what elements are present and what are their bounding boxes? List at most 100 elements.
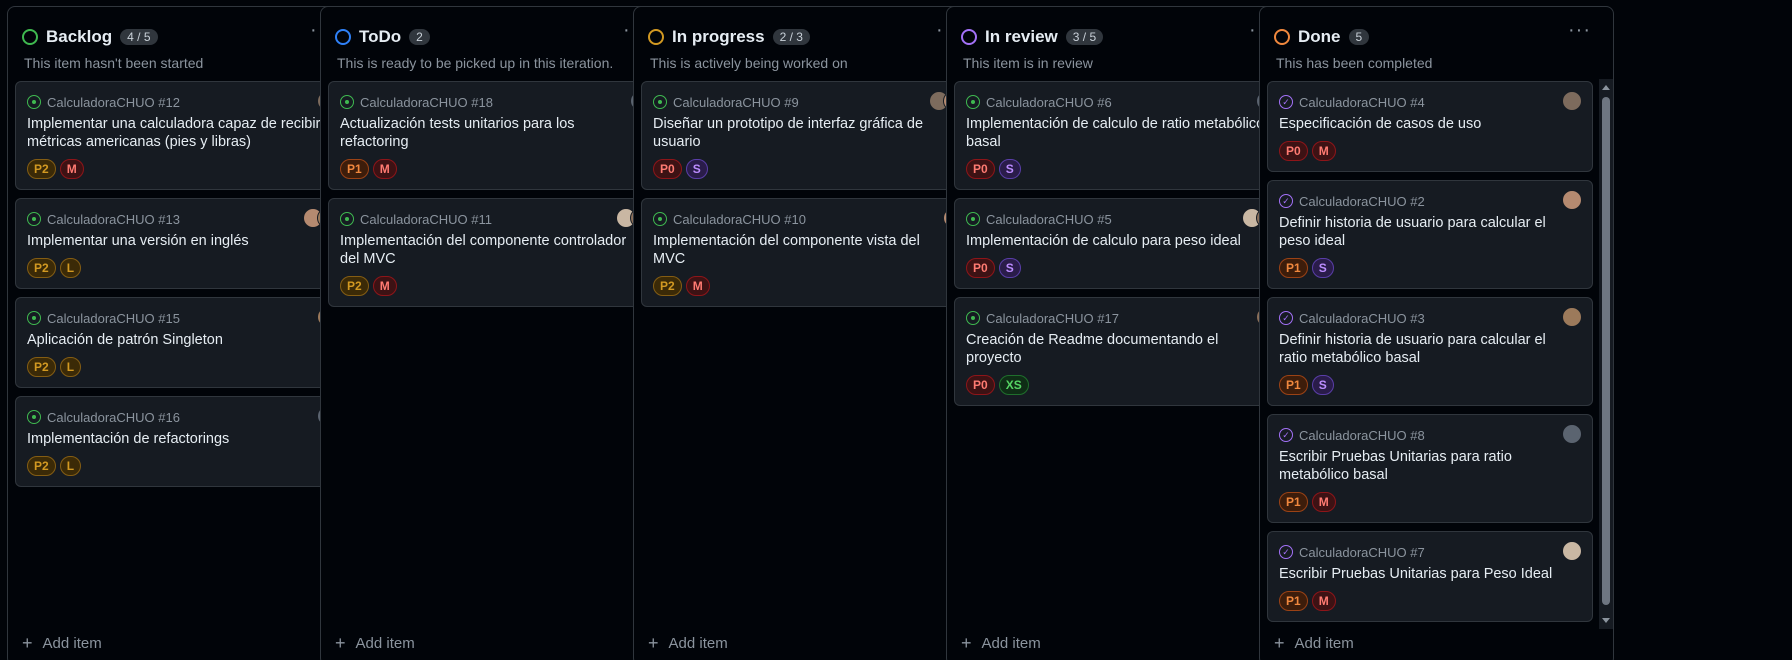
- card-title[interactable]: Actualización tests unitarios para los r…: [340, 115, 649, 151]
- card-title[interactable]: Implementación de refactorings: [27, 430, 336, 448]
- scroll-down-icon[interactable]: [1602, 618, 1610, 623]
- issue-reference[interactable]: CalculadoraCHUO #2: [1299, 194, 1425, 209]
- column-description: This item is in review: [963, 55, 1093, 71]
- issue-closed-icon: ✓: [1279, 545, 1293, 559]
- card-title[interactable]: Implementación de calculo para peso idea…: [966, 232, 1275, 250]
- assignee-avatars: [1562, 424, 1582, 444]
- add-item-button[interactable]: + Add item: [22, 633, 102, 654]
- issue-reference[interactable]: CalculadoraCHUO #11: [360, 212, 492, 227]
- label-badge: P2: [653, 276, 682, 296]
- issue-card[interactable]: ✓ CalculadoraCHUO #4 Especificación de cas…: [1267, 81, 1593, 172]
- avatar[interactable]: [1562, 190, 1582, 210]
- card-title[interactable]: Creación de Readme documentando el proye…: [966, 331, 1275, 367]
- card-title[interactable]: Implementación del componente controlado…: [340, 232, 649, 268]
- card-labels: P0 M: [1279, 141, 1581, 161]
- card-title[interactable]: Escribir Pruebas Unitarias para Peso Ide…: [1279, 565, 1581, 583]
- issue-closed-icon: ✓: [1279, 428, 1293, 442]
- issue-card[interactable]: CalculadoraCHUO #6 Implementación de calc…: [954, 81, 1287, 190]
- card-title[interactable]: Especificación de casos de uso: [1279, 115, 1581, 133]
- avatar[interactable]: [1562, 91, 1582, 111]
- avatar[interactable]: [1562, 541, 1582, 561]
- avatar[interactable]: [1562, 307, 1582, 327]
- card-title[interactable]: Definir historia de usuario para calcula…: [1279, 331, 1581, 367]
- issue-card[interactable]: CalculadoraCHUO #17 Creación de Readme do…: [954, 297, 1287, 406]
- label-badge: L: [59, 357, 82, 377]
- issue-reference[interactable]: CalculadoraCHUO #6: [986, 95, 1112, 110]
- label-badge: L: [59, 258, 82, 278]
- issue-card[interactable]: CalculadoraCHUO #13 Implementar una versi…: [15, 198, 348, 289]
- label-badge: P1: [1279, 258, 1308, 278]
- plus-icon: +: [22, 633, 33, 653]
- issue-reference[interactable]: CalculadoraCHUO #15: [47, 311, 180, 326]
- card-title[interactable]: Definir historia de usuario para calcula…: [1279, 214, 1581, 250]
- add-item-button[interactable]: + Add item: [335, 633, 415, 654]
- issue-card[interactable]: CalculadoraCHUO #5 Implementación de calc…: [954, 198, 1287, 289]
- label-badge: S: [1311, 258, 1334, 278]
- issue-card[interactable]: ✓ CalculadoraCHUO #7 Escribir Pruebas Unit…: [1267, 531, 1593, 622]
- issue-closed-icon: ✓: [1279, 194, 1293, 208]
- card-list: ✓ CalculadoraCHUO #4 Especificación de cas…: [1267, 81, 1593, 629]
- label-badge: P0: [653, 159, 682, 179]
- add-item-label: Add item: [42, 635, 102, 652]
- issue-card[interactable]: ✓ CalculadoraCHUO #3 Definir historia de u…: [1267, 297, 1593, 406]
- column-menu-icon[interactable]: ···: [1568, 19, 1591, 42]
- issue-card[interactable]: ✓ CalculadoraCHUO #2 Definir historia de u…: [1267, 180, 1593, 289]
- card-title[interactable]: Implementar una versión en inglés: [27, 232, 336, 250]
- label-badge: P0: [966, 159, 995, 179]
- issue-card[interactable]: ✓ CalculadoraCHUO #8 Escribir Pruebas Unit…: [1267, 414, 1593, 523]
- issue-reference[interactable]: CalculadoraCHUO #12: [47, 95, 180, 110]
- issue-reference[interactable]: CalculadoraCHUO #18: [360, 95, 493, 110]
- issue-reference[interactable]: CalculadoraCHUO #16: [47, 410, 180, 425]
- issue-reference[interactable]: CalculadoraCHUO #8: [1299, 428, 1425, 443]
- scroll-up-icon[interactable]: [1602, 85, 1610, 90]
- issue-reference[interactable]: CalculadoraCHUO #13: [47, 212, 180, 227]
- issue-card[interactable]: CalculadoraCHUO #9 Diseñar un prototipo d…: [641, 81, 974, 190]
- column-description: This has been completed: [1276, 55, 1433, 71]
- card-title[interactable]: Implementar una calculadora capaz de rec…: [27, 115, 336, 151]
- issue-open-icon: [27, 95, 41, 109]
- issue-reference[interactable]: CalculadoraCHUO #9: [673, 95, 799, 110]
- issue-card[interactable]: CalculadoraCHUO #12 Implementar una calcu…: [15, 81, 348, 190]
- card-title[interactable]: Implementación del componente vista del …: [653, 232, 962, 268]
- add-item-label: Add item: [1294, 635, 1354, 652]
- card-title[interactable]: Diseñar un prototipo de interfaz gráfica…: [653, 115, 962, 151]
- card-title[interactable]: Aplicación de patrón Singleton: [27, 331, 336, 349]
- add-item-button[interactable]: + Add item: [648, 633, 728, 654]
- assignee-avatars: [1562, 190, 1582, 210]
- issue-reference[interactable]: CalculadoraCHUO #4: [1299, 95, 1425, 110]
- assignee-avatars: [1562, 91, 1582, 111]
- card-list: CalculadoraCHUO #18 Actualización tests u…: [328, 81, 661, 629]
- issue-open-icon: [27, 311, 41, 325]
- vertical-scrollbar[interactable]: [1599, 79, 1613, 629]
- column-title-row: Backlog 4 / 5: [22, 27, 158, 47]
- issue-reference[interactable]: CalculadoraCHUO #17: [986, 311, 1119, 326]
- label-badge: P2: [27, 357, 56, 377]
- card-labels: P0 XS: [966, 375, 1275, 395]
- column-description: This is actively being worked on: [650, 55, 848, 71]
- issue-reference[interactable]: CalculadoraCHUO #10: [673, 212, 806, 227]
- card-title[interactable]: Escribir Pruebas Unitarias para ratio me…: [1279, 448, 1581, 484]
- label-badge: S: [1311, 375, 1334, 395]
- issue-reference[interactable]: CalculadoraCHUO #7: [1299, 545, 1425, 560]
- issue-reference[interactable]: CalculadoraCHUO #3: [1299, 311, 1425, 326]
- issue-card[interactable]: CalculadoraCHUO #18 Actualización tests u…: [328, 81, 661, 190]
- card-title[interactable]: Implementación de calculo de ratio metab…: [966, 115, 1275, 151]
- issue-card[interactable]: CalculadoraCHUO #10 Implementación del co…: [641, 198, 974, 307]
- add-item-button[interactable]: + Add item: [961, 633, 1041, 654]
- label-badge: P2: [27, 159, 56, 179]
- card-meta: CalculadoraCHUO #18: [340, 92, 649, 112]
- issue-reference[interactable]: CalculadoraCHUO #5: [986, 212, 1112, 227]
- issue-closed-icon: ✓: [1279, 95, 1293, 109]
- scroll-thumb[interactable]: [1602, 97, 1610, 605]
- issue-open-icon: [966, 95, 980, 109]
- label-badge: M: [1311, 492, 1336, 512]
- column-in-review: In review3 / 5···This item is in reviewC…: [946, 6, 1295, 660]
- add-item-button[interactable]: + Add item: [1274, 633, 1354, 654]
- avatar[interactable]: [1562, 424, 1582, 444]
- issue-card[interactable]: CalculadoraCHUO #11 Implementación del co…: [328, 198, 661, 307]
- column-done: Done 5 ··· This has been completed ✓ Calculad…: [1259, 6, 1614, 660]
- card-meta: ✓ CalculadoraCHUO #8: [1279, 425, 1581, 445]
- issue-card[interactable]: CalculadoraCHUO #16 Implementación de ref…: [15, 396, 348, 487]
- issue-card[interactable]: CalculadoraCHUO #15 Aplicación de patrón …: [15, 297, 348, 388]
- label-badge: P2: [340, 276, 369, 296]
